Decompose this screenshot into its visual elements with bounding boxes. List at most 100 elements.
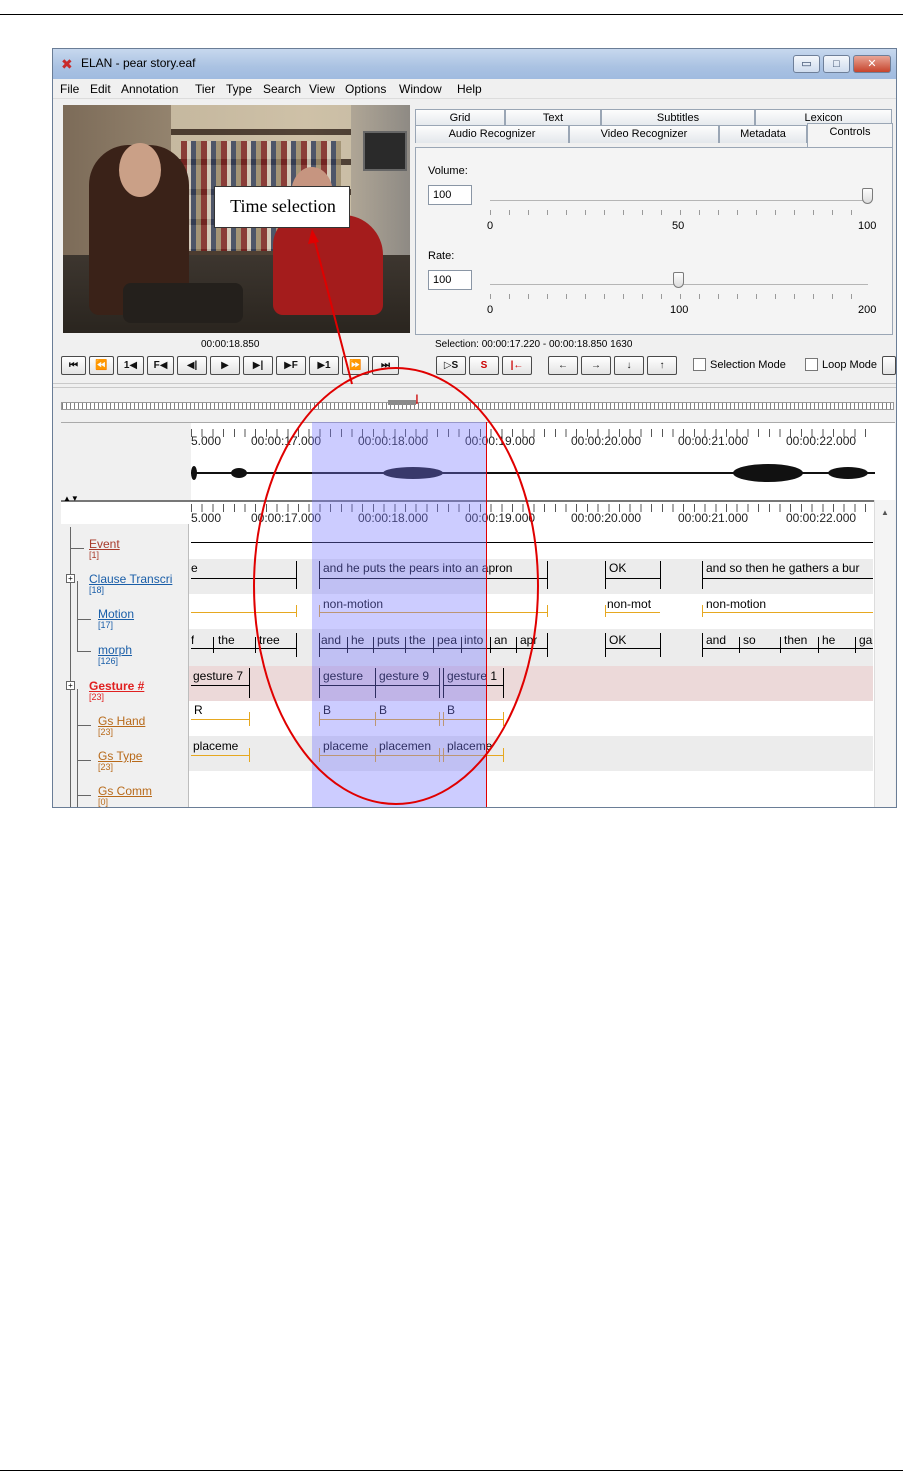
rate-tick-mid: 100 (670, 304, 689, 316)
timeline-scrollbar[interactable]: ▲ (874, 500, 895, 807)
tier-name-motion[interactable]: Motion (98, 607, 134, 621)
next-pixel-button[interactable]: ▶| (243, 356, 273, 375)
next-annotation-button[interactable]: → (581, 356, 611, 375)
morph-annotation[interactable]: tree (259, 633, 280, 647)
selection-mode-checkbox[interactable] (693, 358, 706, 371)
tier-name-clause[interactable]: Clause Transcri (89, 572, 172, 586)
next-second-button[interactable]: ▶1 (309, 356, 339, 375)
time-selection-callout: Time selection (214, 186, 350, 228)
crosshair-cursor[interactable] (486, 422, 487, 807)
gesture-annotation[interactable]: gesture 7 (193, 669, 243, 683)
maximize-button[interactable]: □ (823, 55, 850, 73)
tier-name-gs-type[interactable]: Gs Type (98, 749, 142, 763)
menu-options[interactable]: Options (345, 82, 386, 96)
collapse-arrows-icon[interactable]: ▲▼ (63, 495, 79, 503)
tier-up-button[interactable]: ↑ (647, 356, 677, 375)
menu-type[interactable]: Type (226, 82, 252, 96)
previous-scrollview-button[interactable]: ⏪ (89, 356, 114, 375)
morph-annotation[interactable]: an (494, 633, 507, 647)
volume-field[interactable]: 100 (428, 185, 472, 205)
motion-annotation-bar (702, 612, 873, 613)
volume-slider-thumb[interactable] (862, 188, 873, 204)
morph-boundary (213, 637, 214, 653)
clause-annotation[interactable]: e (191, 561, 198, 575)
tier-name-gesture[interactable]: Gesture # (89, 679, 144, 693)
tier-down-button[interactable]: ↓ (614, 356, 644, 375)
video-monitor (363, 131, 407, 171)
play-button[interactable]: ▶ (210, 356, 240, 375)
previous-pixel-button[interactable]: ◀| (177, 356, 207, 375)
overview-position-marker[interactable] (388, 400, 416, 405)
time-overview-ruler[interactable] (61, 402, 894, 410)
clause-annotation[interactable]: OK (609, 561, 626, 575)
morph-annotation[interactable]: so (743, 633, 756, 647)
morph-annotation[interactable]: f (191, 633, 194, 647)
waveform-burst-4 (733, 464, 803, 482)
tier-name-gs-comm[interactable]: Gs Comm (98, 784, 152, 798)
selection-begin-button[interactable]: |← (502, 356, 532, 375)
menu-window[interactable]: Window (399, 82, 442, 96)
wave-ruler-label-5: 00:00:21.000 (678, 434, 749, 448)
close-button[interactable]: ✕ (853, 55, 891, 73)
menu-view[interactable]: View (309, 82, 335, 96)
menu-search[interactable]: Search (263, 82, 301, 96)
tier-name-event[interactable]: Event (89, 537, 120, 551)
more-controls-button[interactable] (882, 356, 896, 375)
morph-annotation[interactable]: and (706, 633, 726, 647)
scroll-up-icon[interactable]: ▲ (881, 508, 889, 517)
elan-window: ✖ ELAN - pear story.eaf ▭ □ ✕ File Edit … (52, 48, 897, 808)
viewer-tabs: Grid Text Subtitles Lexicon Audio Recogn… (415, 105, 895, 147)
motion-annotation[interactable]: non-motion (706, 597, 766, 611)
motion-annotation-bar (605, 612, 660, 613)
morph-boundary (255, 637, 256, 653)
morph-annotation[interactable]: ga (859, 633, 873, 647)
tier-name-morph[interactable]: morph (98, 643, 132, 657)
play-selection-button[interactable]: ▷S (436, 356, 466, 375)
tier-tree-line (70, 548, 84, 549)
panel-splitter[interactable] (53, 383, 896, 388)
menu-annotation[interactable]: Annotation (121, 82, 178, 96)
motion-annotation-edge (605, 605, 606, 617)
expand-gesture-icon[interactable]: + (66, 681, 75, 690)
tab-audio-recognizer[interactable]: Audio Recognizer (415, 125, 569, 143)
clear-selection-button[interactable]: S (469, 356, 499, 375)
morph-annotation-bar (702, 648, 873, 649)
morph-annotation[interactable]: the (218, 633, 235, 647)
tl-ruler-label-6: 00:00:22.000 (786, 511, 857, 525)
volume-tick-mid: 50 (672, 220, 685, 232)
menu-edit[interactable]: Edit (90, 82, 111, 96)
next-scrollview-button[interactable]: ⏩ (342, 356, 369, 375)
go-to-begin-button[interactable]: ⏮ (61, 356, 86, 375)
time-selection-highlight[interactable] (312, 422, 487, 807)
gs-type-annotation[interactable]: placeme (193, 739, 249, 753)
tab-metadata[interactable]: Metadata (719, 125, 807, 143)
clause-annotation-bar (191, 578, 296, 579)
rate-field[interactable]: 100 (428, 270, 472, 290)
morph-annotation[interactable]: he (822, 633, 835, 647)
go-to-end-button[interactable]: ⏭ (372, 356, 399, 375)
previous-second-button[interactable]: 1◀ (117, 356, 144, 375)
morph-annotation[interactable]: OK (609, 633, 626, 647)
volume-slider-track[interactable] (490, 200, 868, 201)
clause-annotation[interactable]: and so then he gathers a bur (706, 561, 873, 575)
expand-clause-icon[interactable]: + (66, 574, 75, 583)
next-frame-button[interactable]: ▶F (276, 356, 306, 375)
tier-count-clause: [18] (89, 585, 105, 595)
morph-annotation[interactable]: apr (520, 633, 537, 647)
tier-count-gs-type: [23] (98, 762, 114, 772)
previous-frame-button[interactable]: F◀ (147, 356, 174, 375)
event-annotation-line[interactable] (191, 542, 873, 543)
previous-annotation-button[interactable]: ← (548, 356, 578, 375)
menu-file[interactable]: File (60, 82, 79, 96)
menu-help[interactable]: Help (457, 82, 482, 96)
morph-annotation[interactable]: then (784, 633, 807, 647)
loop-mode-checkbox[interactable] (805, 358, 818, 371)
tier-name-gs-hand[interactable]: Gs Hand (98, 714, 145, 728)
menu-tier[interactable]: Tier (195, 82, 215, 96)
rate-slider-thumb[interactable] (673, 272, 684, 288)
tab-video-recognizer[interactable]: Video Recognizer (569, 125, 719, 143)
minimize-button[interactable]: ▭ (793, 55, 820, 73)
motion-annotation[interactable]: non-mot (607, 597, 659, 611)
tab-controls[interactable]: Controls (807, 123, 893, 147)
gs-hand-annotation[interactable]: R (194, 703, 203, 717)
